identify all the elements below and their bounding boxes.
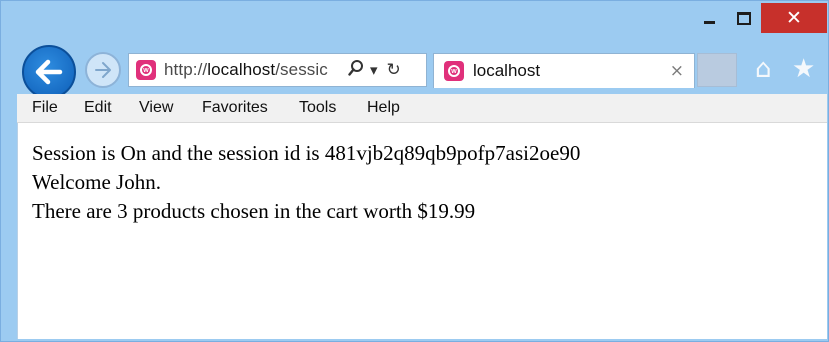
address-bar[interactable]: w http://localhost/sessic ▾ ↻	[128, 53, 427, 87]
home-icon[interactable]: ⌂	[755, 54, 772, 84]
menu-tools[interactable]: Tools	[299, 99, 336, 117]
site-favicon-icon: w	[136, 60, 156, 80]
new-tab-button[interactable]	[697, 53, 737, 87]
minimize-icon	[703, 20, 715, 24]
back-button[interactable]	[22, 45, 76, 99]
forward-arrow-icon	[95, 62, 111, 78]
menu-bar: File Edit View Favorites Tools Help	[17, 94, 827, 123]
favorites-star-icon[interactable]: ★	[792, 54, 815, 84]
maximize-icon	[737, 11, 751, 25]
dropdown-icon[interactable]: ▾	[370, 62, 378, 78]
browser-window: ✕ w http://localhost/sessic ▾ ↻ w localh…	[0, 0, 829, 342]
close-window-button[interactable]: ✕	[761, 3, 827, 33]
refresh-icon[interactable]: ↻	[387, 61, 401, 79]
back-arrow-icon	[35, 59, 63, 85]
menu-file[interactable]: File	[32, 99, 58, 117]
maximize-button[interactable]	[727, 3, 761, 33]
menu-favorites[interactable]: Favorites	[202, 99, 268, 117]
menu-help[interactable]: Help	[367, 99, 400, 117]
page-content: Session is On and the session id is 481v…	[17, 123, 827, 339]
welcome-text: Welcome John.	[32, 170, 161, 194]
close-icon: ✕	[786, 6, 802, 29]
menu-edit[interactable]: Edit	[84, 99, 112, 117]
url-text[interactable]: http://localhost/sessic	[164, 60, 342, 80]
tab-close-icon[interactable]: ×	[670, 61, 684, 81]
session-status-text: Session is On and the session id is 481v…	[32, 141, 581, 165]
tab-localhost[interactable]: w localhost ×	[433, 53, 695, 88]
minimize-button[interactable]	[691, 3, 727, 33]
menu-view[interactable]: View	[139, 99, 173, 117]
cart-summary-text: There are 3 products chosen in the cart …	[32, 199, 476, 223]
search-icon[interactable]	[348, 59, 364, 81]
tab-title: localhost	[473, 61, 541, 80]
tab-favicon-icon: w	[444, 61, 464, 81]
forward-button[interactable]	[85, 52, 121, 88]
